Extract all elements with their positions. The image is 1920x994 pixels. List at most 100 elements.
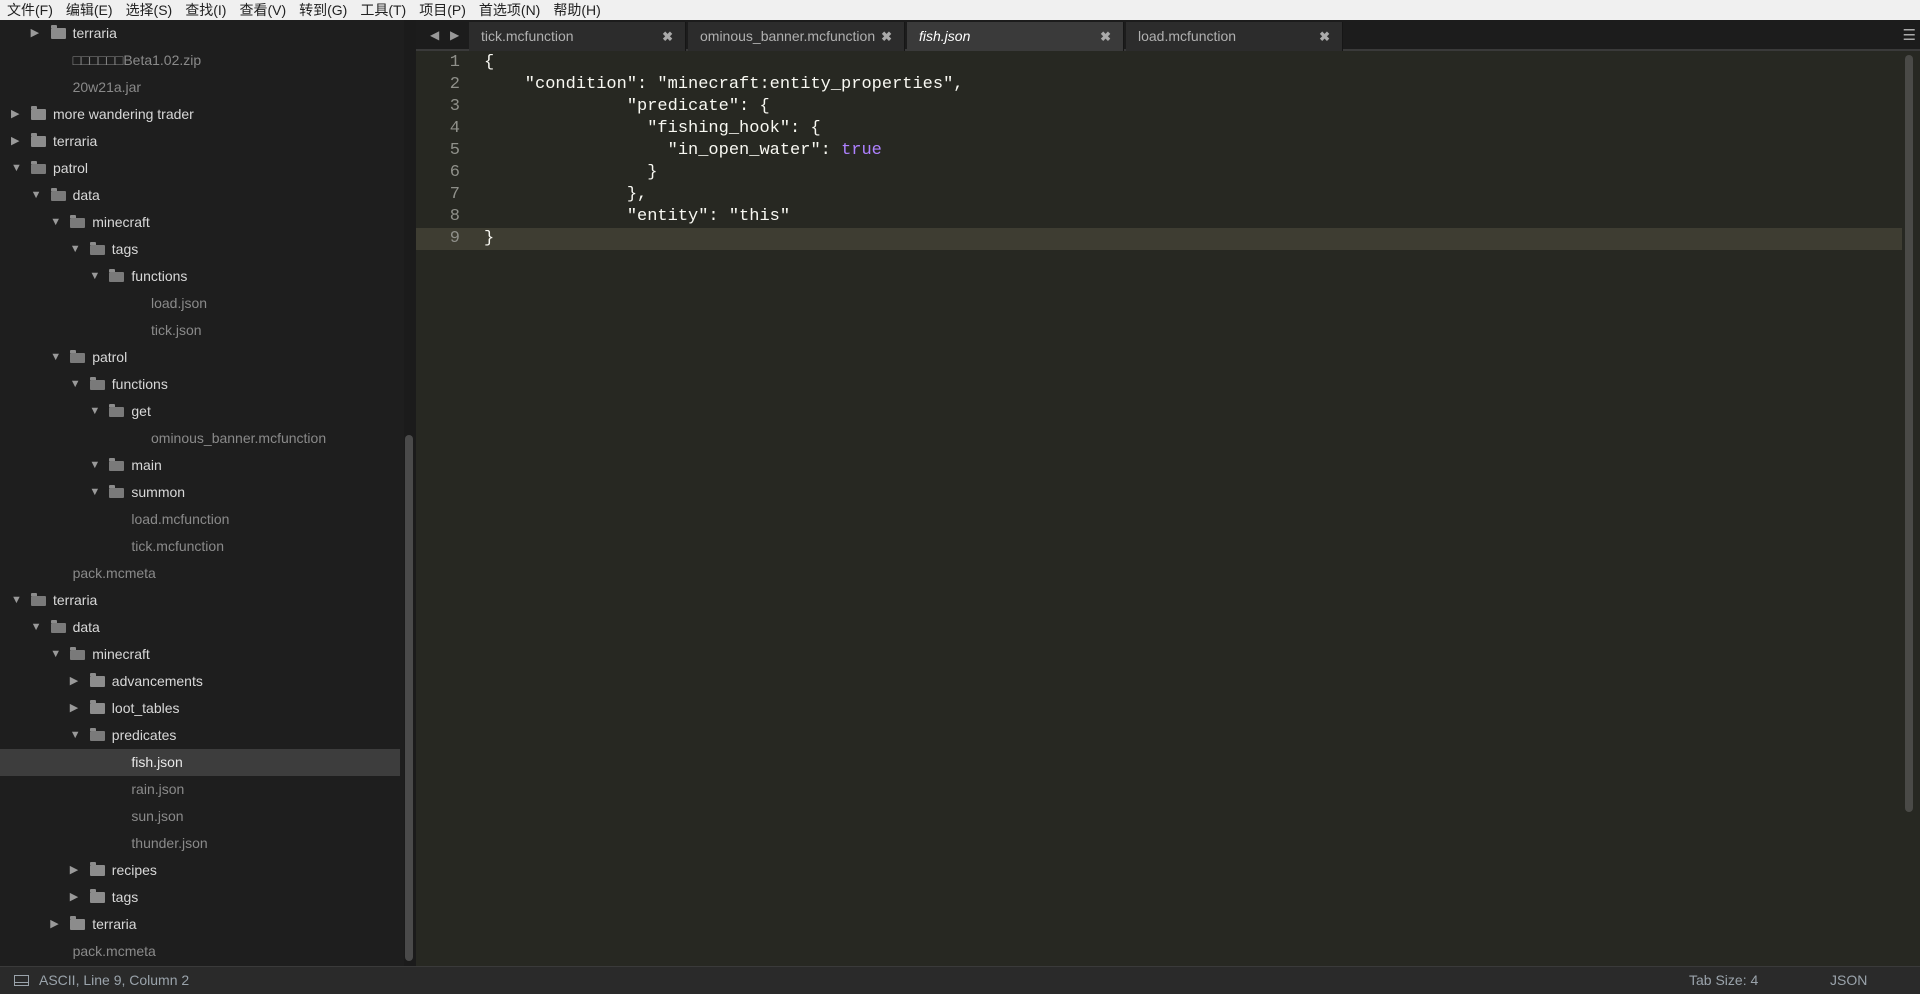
tab-4[interactable]: load.mcfunction ✖ xyxy=(1126,22,1343,51)
chevron-right-icon[interactable]: ▶ xyxy=(50,911,62,938)
close-icon[interactable]: ✖ xyxy=(1100,22,1111,51)
syntax-selector[interactable]: JSON xyxy=(1830,967,1867,994)
menu-item[interactable]: 查看(V) xyxy=(232,0,292,20)
tree-item-label: minecraft xyxy=(92,214,150,230)
chevron-right-icon[interactable]: ▶ xyxy=(31,20,43,47)
code-editor[interactable]: 1{2 "condition": "minecraft:entity_prope… xyxy=(416,51,1920,966)
tab-3[interactable]: fish.json ✖ xyxy=(907,22,1124,51)
tree-item-label: sun.json xyxy=(131,808,184,824)
chevron-down-icon[interactable]: ▼ xyxy=(31,182,43,209)
tree-file[interactable]: rain.json xyxy=(0,776,400,803)
tree-folder[interactable]: ▶ advancements xyxy=(0,668,400,695)
tree-file[interactable]: □□□□□□Beta1.02.zip xyxy=(0,47,400,74)
tab-next-icon[interactable]: ▶ xyxy=(450,20,459,51)
menu-item[interactable]: 文件(F) xyxy=(0,0,59,20)
close-icon[interactable]: ✖ xyxy=(662,22,673,51)
tab-prev-icon[interactable]: ◀ xyxy=(430,20,439,51)
menu-item[interactable]: 选择(S) xyxy=(119,0,179,20)
folder-icon xyxy=(89,889,105,903)
chevron-right-icon[interactable]: ▶ xyxy=(70,695,82,722)
chevron-down-icon[interactable]: ▼ xyxy=(70,722,82,749)
chevron-down-icon[interactable]: ▼ xyxy=(70,371,82,398)
tree-file[interactable]: pack.mcmeta xyxy=(0,938,400,965)
tree-file[interactable]: ominous_banner.mcfunction xyxy=(0,425,400,452)
menu-item[interactable]: 帮助(H) xyxy=(546,0,606,20)
tree-file[interactable]: load.mcfunction xyxy=(0,506,400,533)
editor-scrollbar-thumb[interactable] xyxy=(1905,55,1913,812)
menu-item[interactable]: 项目(P) xyxy=(412,0,472,20)
tree-file[interactable]: sun.json xyxy=(0,803,400,830)
menu-item[interactable]: 查找(I) xyxy=(178,0,232,20)
tree-file[interactable]: pack.mcmeta xyxy=(0,560,400,587)
tree-folder[interactable]: ▶ more wandering trader xyxy=(0,101,400,128)
chevron-right-icon[interactable]: ▶ xyxy=(70,668,82,695)
tree-item-label: tags xyxy=(111,889,139,905)
chevron-right-icon[interactable]: ▶ xyxy=(70,884,82,911)
menu-item[interactable]: 转到(G) xyxy=(292,0,353,20)
tree-item-label: fish.json xyxy=(131,754,183,770)
tree-folder[interactable]: ▼ summon xyxy=(0,479,400,506)
tree-item-label: functions xyxy=(131,268,188,284)
menu-item[interactable]: 编辑(E) xyxy=(59,0,119,20)
tab-size-selector[interactable]: Tab Size: 4 xyxy=(1689,967,1758,994)
chevron-right-icon[interactable]: ▶ xyxy=(11,101,23,128)
tree-folder[interactable]: ▼ data xyxy=(0,182,400,209)
code-segment: "predicate": { xyxy=(484,97,770,116)
tree-folder[interactable]: ▼ terraria xyxy=(0,587,400,614)
tree-file[interactable]: tick.json xyxy=(0,317,400,344)
tree-file[interactable]: tick.mcfunction xyxy=(0,533,400,560)
tree-folder[interactable]: ▼ main xyxy=(0,452,400,479)
chevron-down-icon[interactable]: ▼ xyxy=(50,641,62,668)
tree-folder[interactable]: ▶ terraria xyxy=(0,128,400,155)
tree-folder[interactable]: ▼ tags xyxy=(0,236,400,263)
tree-item-label: recipes xyxy=(111,862,157,878)
chevron-down-icon[interactable]: ▼ xyxy=(89,452,101,479)
tab-menu-icon[interactable]: ☰ xyxy=(1903,20,1916,51)
tab-2[interactable]: ominous_banner.mcfunction ✖ xyxy=(688,22,905,51)
close-icon[interactable]: ✖ xyxy=(881,22,892,51)
chevron-right-icon[interactable]: ▶ xyxy=(11,128,23,155)
tree-folder[interactable]: ▼ patrol xyxy=(0,344,400,371)
code-text: "condition": "minecraft:entity_propertie… xyxy=(484,74,964,96)
tab-1[interactable]: tick.mcfunction ✖ xyxy=(469,22,686,51)
chevron-down-icon[interactable]: ▼ xyxy=(31,614,43,641)
tree-folder[interactable]: ▶ terraria xyxy=(0,911,400,938)
chevron-right-icon[interactable]: ▶ xyxy=(70,857,82,884)
panel-toggle-icon[interactable] xyxy=(14,975,29,986)
tree-folder[interactable]: ▼ functions xyxy=(0,371,400,398)
menu-item[interactable]: 工具(T) xyxy=(353,0,412,20)
tree-file[interactable]: load.json xyxy=(0,290,400,317)
tree-folder[interactable]: ▶ recipes xyxy=(0,857,400,884)
chevron-down-icon[interactable]: ▼ xyxy=(70,236,82,263)
tree-file[interactable]: thunder.json xyxy=(0,830,400,857)
chevron-down-icon[interactable]: ▼ xyxy=(89,479,101,506)
menu-item[interactable]: 首选项(N) xyxy=(472,0,546,20)
chevron-down-icon[interactable]: ▼ xyxy=(89,398,101,425)
chevron-down-icon[interactable]: ▼ xyxy=(89,263,101,290)
sidebar-file-tree: ▶ terraria □□□□□□Beta1.02.zip 20w21a.jar ▶ mo… xyxy=(0,20,416,966)
code-line: 8 "entity": "this" xyxy=(416,206,1902,228)
tab-label: tick.mcfunction xyxy=(481,28,574,44)
tree-folder[interactable]: ▼ minecraft xyxy=(0,641,400,668)
tree-folder[interactable]: ▶ tags xyxy=(0,884,400,911)
chevron-down-icon[interactable]: ▼ xyxy=(11,155,23,182)
tree-folder[interactable]: ▼ get xyxy=(0,398,400,425)
sidebar-scrollbar-thumb[interactable] xyxy=(405,435,413,961)
chevron-down-icon[interactable]: ▼ xyxy=(11,587,23,614)
tree-item-label: ominous_banner.mcfunction xyxy=(151,430,327,446)
tree-file[interactable]: fish.json xyxy=(0,749,400,776)
tree-folder[interactable]: ▼ patrol xyxy=(0,155,400,182)
tree-folder[interactable]: ▼ data xyxy=(0,614,400,641)
folder-open-icon xyxy=(70,647,86,660)
tree-item-label: load.json xyxy=(151,295,208,311)
tree-folder[interactable]: ▼ predicates xyxy=(0,722,400,749)
chevron-down-icon[interactable]: ▼ xyxy=(50,209,62,236)
tree-item-label: tags xyxy=(111,241,139,257)
tree-folder[interactable]: ▶ loot_tables xyxy=(0,695,400,722)
tree-folder[interactable]: ▼ functions xyxy=(0,263,400,290)
close-icon[interactable]: ✖ xyxy=(1319,22,1330,51)
tree-folder[interactable]: ▶ terraria xyxy=(0,20,400,47)
tree-folder[interactable]: ▼ minecraft xyxy=(0,209,400,236)
tree-file[interactable]: 20w21a.jar xyxy=(0,74,400,101)
chevron-down-icon[interactable]: ▼ xyxy=(50,344,62,371)
